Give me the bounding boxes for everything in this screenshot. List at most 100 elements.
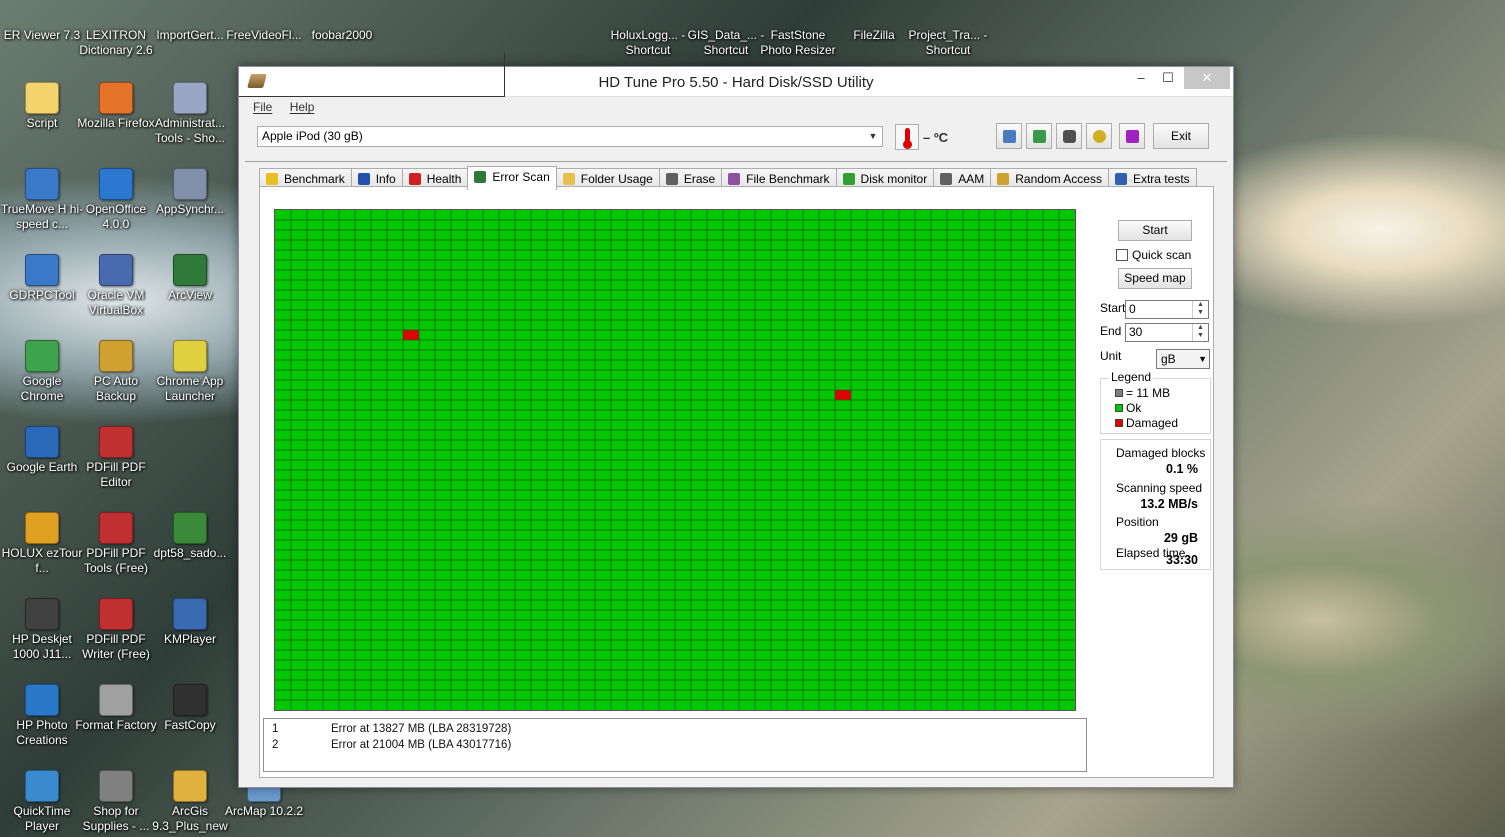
desktop-icon[interactable]: Administrat... Tools - Sho...	[148, 82, 232, 146]
menu-help[interactable]: Help	[290, 97, 315, 117]
desktop-icon-label: Shop for Supplies - ...	[82, 804, 150, 833]
shortcut-icon	[25, 426, 59, 458]
damaged-blocks-label: Damaged blocks	[1116, 446, 1206, 460]
desktop-icon[interactable]: AppSynchr...	[148, 168, 232, 217]
error-row[interactable]: 1 Error at 13827 MB (LBA 28319728)	[264, 723, 1086, 739]
shortcut-icon	[25, 82, 59, 114]
maximize-button[interactable]: ☐	[1153, 67, 1183, 89]
spinner-arrows-icon[interactable]: ▲ ▼	[1192, 301, 1208, 318]
start-field[interactable]: 0 ▲ ▼	[1125, 300, 1209, 319]
title-bar[interactable]: HD Tune Pro 5.50 - Hard Disk/SSD Utility…	[239, 53, 1233, 97]
desktop-icon[interactable]: FileZilla	[832, 2, 916, 43]
tab-bar: Benchmark Info Health Error Scan Folder Usag…	[259, 165, 1197, 190]
shortcut-icon	[173, 254, 207, 286]
desktop-icon[interactable]: PDFill PDF Tools (Free)	[74, 512, 158, 576]
overlay-line	[239, 96, 505, 97]
tab-label: Benchmark	[284, 172, 345, 186]
options-button[interactable]	[1086, 123, 1112, 149]
tab-label: File Benchmark	[746, 172, 830, 186]
desktop-icon-label: PDFill PDF Editor	[86, 460, 146, 489]
desktop-icon[interactable]: HOLUX ezTour f...	[0, 512, 84, 576]
speaker-icon	[940, 173, 953, 185]
error-text: Error at 13827 MB (LBA 28319728)	[331, 723, 512, 735]
menu-file[interactable]: File	[253, 97, 272, 117]
desktop-icon[interactable]: FastStone Photo Resizer	[756, 2, 840, 58]
shortcut-icon	[25, 168, 59, 200]
desktop-icon[interactable]: QuickTime Player	[0, 770, 84, 834]
shortcut-icon	[25, 254, 59, 286]
desktop-icon[interactable]: Google Chrome	[0, 340, 84, 404]
speed-map-button[interactable]: Speed map	[1118, 268, 1192, 289]
thermometer-icon[interactable]	[895, 124, 919, 150]
trash-icon	[665, 173, 678, 185]
drive-select[interactable]: Apple iPod (30 gB) ▼	[257, 126, 883, 147]
extra-tests-icon	[1114, 173, 1127, 185]
shortcut-icon	[173, 770, 207, 802]
desktop-icon-label: FreeVideoFl...	[226, 28, 302, 42]
desktop-icon[interactable]: FastCopy	[148, 684, 232, 733]
error-list[interactable]: 1 Error at 13827 MB (LBA 28319728) 2 Error …	[263, 718, 1087, 772]
shortcut-icon	[173, 684, 207, 716]
desktop-icon-label: PC Auto Backup	[93, 374, 139, 403]
end-label: End	[1100, 324, 1122, 338]
desktop-icon[interactable]: PC Auto Backup	[74, 340, 158, 404]
desktop-icon[interactable]: PDFill PDF Editor	[74, 426, 158, 490]
desktop-icon[interactable]: GDRPCTool	[0, 254, 84, 303]
desktop-icon-label: ER Viewer 7.3	[3, 28, 81, 42]
desktop-icon[interactable]: Project_Tra... - Shortcut	[906, 2, 990, 58]
start-button[interactable]: Start	[1118, 220, 1192, 241]
spinner-arrows-icon[interactable]: ▲ ▼	[1192, 324, 1208, 341]
error-scan-panel: 1 Error at 13827 MB (LBA 28319728) 2 Error …	[259, 186, 1214, 778]
shortcut-icon	[173, 168, 207, 200]
desktop-icon[interactable]: Chrome App Launcher	[148, 340, 232, 404]
desktop-icon-label: QuickTime Player	[13, 804, 71, 833]
shortcut-icon	[99, 770, 133, 802]
desktop-icon[interactable]: foobar2000	[300, 2, 384, 43]
desktop-icon-label: KMPlayer	[163, 632, 216, 646]
desktop-icon[interactable]: HP Photo Creations	[0, 684, 84, 748]
desktop-icon[interactable]: TrueMove H hi-speed c...	[0, 168, 84, 232]
copy-screenshot-button[interactable]	[1026, 123, 1052, 149]
copy-image-icon	[1033, 130, 1046, 143]
copy-text-button[interactable]	[996, 123, 1022, 149]
desktop-icon[interactable]: ArcView	[148, 254, 232, 303]
desktop-icon[interactable]: Google Earth	[0, 426, 84, 475]
save-button[interactable]	[1119, 123, 1145, 149]
tab-error-scan[interactable]: Error Scan	[467, 166, 557, 190]
tab-label: Info	[375, 172, 396, 186]
desktop-icon[interactable]: ArcGis 9.3_Plus_new	[148, 770, 232, 834]
desktop-icon[interactable]: Format Factory	[74, 684, 158, 733]
error-row[interactable]: 2 Error at 21004 MB (LBA 43017716)	[264, 739, 1086, 755]
desktop-icon[interactable]: Mozilla Firefox	[74, 82, 158, 131]
screenshot-button[interactable]	[1056, 123, 1082, 149]
desktop-icon[interactable]: Shop for Supplies - ...	[74, 770, 158, 834]
quick-scan-checkbox[interactable]: Quick scan	[1116, 248, 1191, 262]
tab-label: Error Scan	[492, 170, 550, 184]
desktop-icon[interactable]: dpt58_sado...	[148, 512, 232, 561]
chevron-down-icon: ▼	[868, 131, 878, 141]
desktop-icon[interactable]: Oracle VM VirtualBox	[74, 254, 158, 318]
checkbox-box[interactable]	[1116, 249, 1128, 261]
desktop-icon[interactable]: OpenOffice 4.0.0	[74, 168, 158, 232]
close-button[interactable]: ✕	[1184, 67, 1230, 89]
exit-button[interactable]: Exit	[1153, 123, 1209, 149]
end-field[interactable]: 30 ▲ ▼	[1125, 323, 1209, 342]
desktop-icon[interactable]: HoluxLogg... - Shortcut	[606, 2, 690, 58]
desktop-icon[interactable]: HP Deskjet 1000 J11...	[0, 598, 84, 662]
desktop-icon[interactable]: PDFill PDF Writer (Free)	[74, 598, 158, 662]
shortcut-icon	[25, 598, 59, 630]
desktop-icon-label: OpenOffice 4.0.0	[85, 202, 147, 231]
unit-select[interactable]: gB ▼	[1156, 349, 1210, 369]
desktop-icon[interactable]: KMPlayer	[148, 598, 232, 647]
desktop-icon-label: Mozilla Firefox	[77, 116, 155, 130]
shortcut-icon	[173, 512, 207, 544]
desktop-icon-label: Google Earth	[6, 460, 78, 474]
desktop-icon[interactable]: ER Viewer 7.3	[0, 2, 84, 43]
scan-grid	[275, 210, 1075, 710]
desktop-icon[interactable]: LEXITRON Dictionary 2.6	[74, 2, 158, 58]
unit-value: gB	[1161, 352, 1176, 366]
minimize-button[interactable]: –	[1126, 67, 1156, 89]
desktop-icon[interactable]: ImportGert...	[148, 2, 232, 43]
desktop-icon[interactable]: FreeVideoFl...	[222, 2, 306, 43]
desktop-icon[interactable]: Script	[0, 82, 84, 131]
